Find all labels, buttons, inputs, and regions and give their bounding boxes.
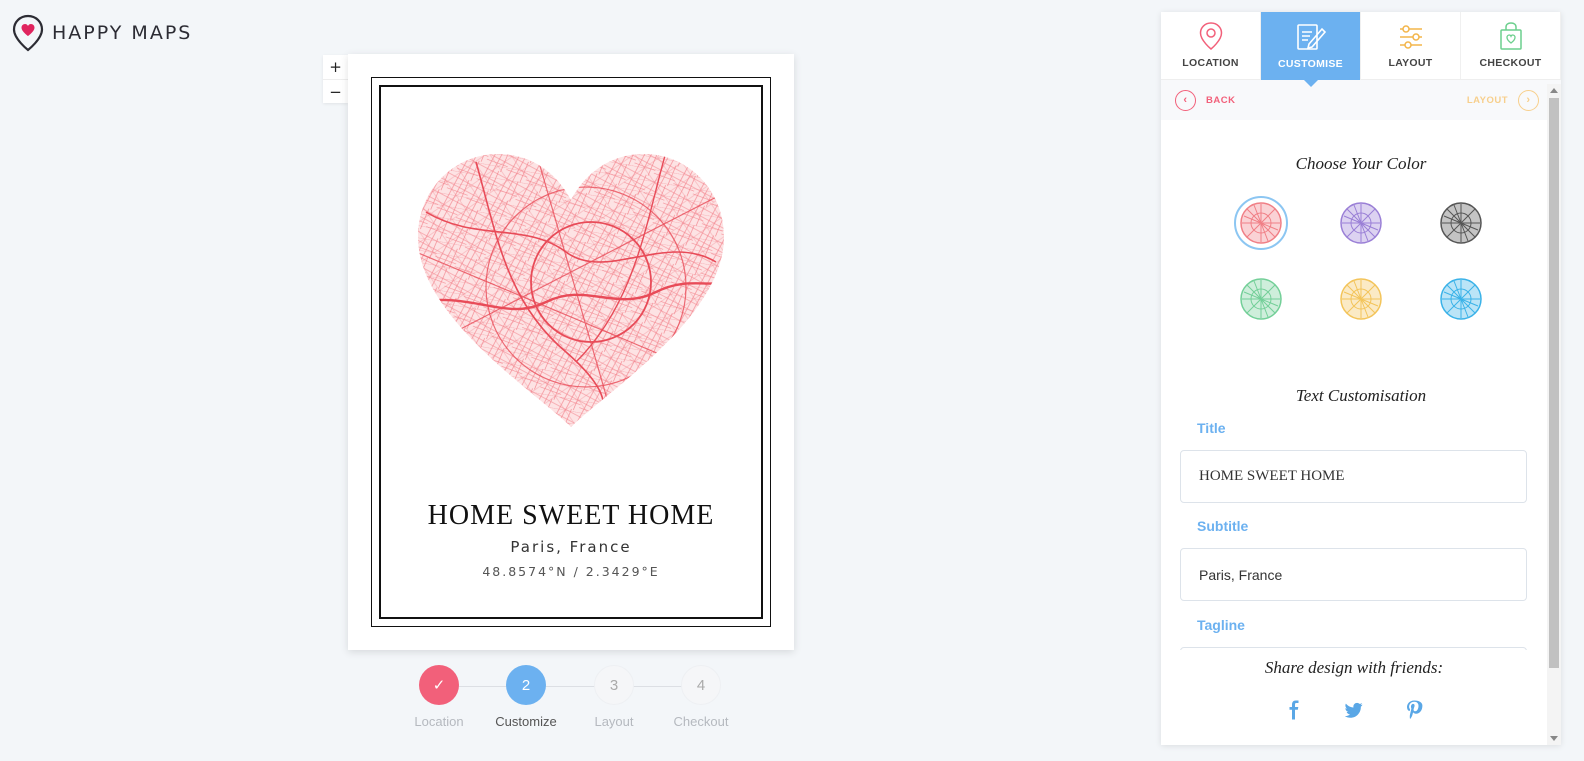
mini-map-icon: [1440, 202, 1482, 244]
location-pin-icon: [1199, 22, 1222, 50]
poster-tagline: 48.8574°N / 2.3429°E: [482, 564, 660, 579]
chevron-left-icon: ‹: [1175, 89, 1196, 111]
sliders-icon: [1399, 25, 1422, 49]
back-button[interactable]: ‹ BACK: [1175, 89, 1236, 111]
panel-scrollbar[interactable]: [1547, 84, 1561, 745]
poster-preview: HOME SWEET HOME Paris, France 48.8574°N …: [348, 54, 794, 650]
zoom-out-button[interactable]: −: [323, 79, 348, 103]
brand-name: HAPPY MAPS: [52, 22, 193, 44]
tab-layout[interactable]: LAYOUT: [1361, 12, 1461, 79]
facebook-icon[interactable]: [1285, 700, 1303, 720]
share-icons: [1161, 700, 1547, 720]
color-swatch-black[interactable]: [1434, 196, 1488, 250]
tab-label: LOCATION: [1182, 57, 1239, 69]
customise-panel: LOCATION CUSTOMISE LAYOUT CHECKOUT ‹ BAC…: [1161, 12, 1561, 745]
color-swatch-red[interactable]: [1234, 196, 1288, 250]
step-label: Checkout: [673, 714, 729, 729]
back-label: BACK: [1206, 94, 1236, 106]
tab-label: LAYOUT: [1388, 57, 1433, 69]
mini-map-icon: [1340, 278, 1382, 320]
logo[interactable]: HAPPY MAPS: [12, 14, 192, 52]
step-label: Location: [414, 714, 464, 729]
swatch-cell: [1211, 196, 1311, 250]
stepper-line: [439, 686, 704, 687]
step-tabs: LOCATION CUSTOMISE LAYOUT CHECKOUT: [1161, 12, 1561, 87]
pinterest-icon[interactable]: [1405, 700, 1423, 720]
tab-label: CUSTOMISE: [1278, 58, 1343, 70]
twitter-icon[interactable]: [1345, 700, 1363, 720]
step-label: Layout: [594, 714, 634, 729]
zoom-in-button[interactable]: +: [323, 55, 348, 79]
swatch-cell: [1411, 196, 1511, 250]
step-checkout[interactable]: 4 Checkout: [666, 665, 736, 729]
subtitle-input[interactable]: [1180, 548, 1527, 601]
next-label: LAYOUT: [1466, 94, 1508, 106]
tab-location[interactable]: LOCATION: [1161, 12, 1261, 79]
tab-customise[interactable]: CUSTOMISE: [1261, 12, 1361, 87]
edit-document-icon: [1296, 24, 1326, 50]
mini-map-icon: [1340, 202, 1382, 244]
tab-checkout[interactable]: CHECKOUT: [1461, 12, 1561, 79]
color-swatch-yellow[interactable]: [1334, 272, 1388, 326]
zoom-control: + −: [323, 55, 348, 103]
step-customize[interactable]: 2 Customize: [491, 665, 561, 729]
step-number: 3: [594, 665, 634, 705]
swatch-cell: [1311, 272, 1411, 326]
color-swatches: [1211, 196, 1511, 326]
color-heading: Choose Your Color: [1295, 154, 1427, 173]
text-heading: Text Customisation: [1295, 386, 1427, 405]
step-layout[interactable]: 3 Layout: [579, 665, 649, 729]
title-input[interactable]: [1180, 450, 1527, 503]
step-location[interactable]: ✓ Location: [404, 665, 474, 729]
shopping-bag-icon: [1499, 22, 1522, 50]
share-section: Share design with friends:: [1161, 650, 1547, 745]
mini-map-icon: [1240, 202, 1282, 244]
scroll-up-icon[interactable]: [1550, 88, 1558, 93]
color-swatch-blue[interactable]: [1434, 272, 1488, 326]
progress-stepper: ✓ Location 2 Customize 3 Layout 4 Checko…: [404, 665, 754, 735]
scroll-down-icon[interactable]: [1550, 736, 1558, 741]
swatch-cell: [1411, 272, 1511, 326]
poster-subtitle: Paris, France: [510, 538, 632, 556]
color-swatch-green[interactable]: [1234, 272, 1288, 326]
scroll-thumb[interactable]: [1549, 98, 1559, 668]
heart-map[interactable]: [416, 152, 726, 430]
next-button[interactable]: LAYOUT ›: [1466, 89, 1539, 111]
swatch-cell: [1311, 196, 1411, 250]
title-label: Title: [1197, 420, 1226, 436]
panel-nav: ‹ BACK LAYOUT ›: [1161, 80, 1561, 120]
swatch-cell: [1211, 272, 1311, 326]
step-label: Customize: [495, 714, 557, 729]
step-number: 4: [681, 665, 721, 705]
color-swatch-purple[interactable]: [1334, 196, 1388, 250]
mini-map-icon: [1240, 278, 1282, 320]
step-number: 2: [506, 665, 546, 705]
mini-map-icon: [1440, 278, 1482, 320]
heart-pin-icon: [12, 14, 44, 52]
chevron-right-icon: ›: [1518, 89, 1539, 111]
subtitle-label: Subtitle: [1197, 518, 1249, 534]
poster-title: HOME SWEET HOME: [427, 500, 715, 531]
tab-label: CHECKOUT: [1479, 57, 1542, 69]
tagline-label: Tagline: [1197, 617, 1245, 633]
step-check-icon: ✓: [419, 665, 459, 705]
share-heading: Share design with friends:: [1264, 658, 1444, 677]
